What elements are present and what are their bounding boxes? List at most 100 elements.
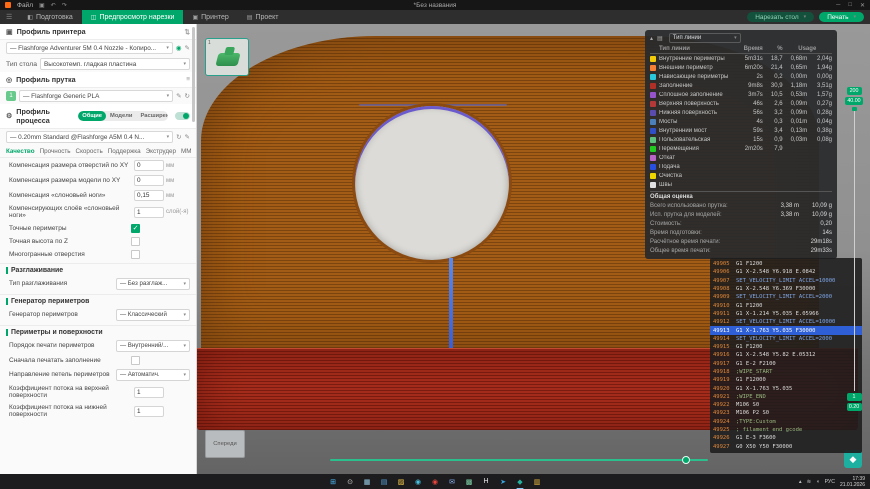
search-icon[interactable]: ⊙: [345, 476, 356, 487]
setting-select[interactable]: — Классический▾: [116, 309, 190, 321]
gcode-line[interactable]: 49918 ;WIPE_START: [710, 368, 862, 376]
legend-row[interactable]: Перемещения 2m20s 7,9: [650, 144, 832, 153]
legend-row[interactable]: Откат: [650, 153, 832, 162]
edge-browser-icon[interactable]: ◉: [413, 476, 424, 487]
setting-checkbox[interactable]: [131, 237, 140, 246]
move-slider-track[interactable]: [330, 459, 708, 461]
gcode-line[interactable]: 49910 G1 F1200: [710, 301, 862, 309]
gcode-line[interactable]: 49926 G1 E-3 F3600: [710, 434, 862, 442]
legend-row[interactable]: Нижняя поверхность 56s 3,2 0,09m 0,28g: [650, 108, 832, 117]
move-slider[interactable]: [330, 455, 708, 465]
legend-row[interactable]: Мосты 4s 0,3 0,01m 0,04g: [650, 117, 832, 126]
tab-printer[interactable]: ▣ Принтер: [183, 10, 237, 24]
redo-icon[interactable]: ↷: [62, 2, 67, 9]
setting-select[interactable]: — Без разглаж...▾: [116, 278, 190, 290]
gcode-line[interactable]: 49922 M106 S0: [710, 401, 862, 409]
legend-row[interactable]: Нависающие периметры 2s 0,2 0,00m 0,00g: [650, 72, 832, 81]
edit-printer-icon[interactable]: ✎: [185, 44, 190, 52]
process-mode-0[interactable]: Общие: [78, 111, 106, 121]
legend-row[interactable]: Пользовательская 15s 0,9 0,03m 0,08g: [650, 135, 832, 144]
process-profile-select[interactable]: — 0.20mm Standard @Flashforge A5M 0.4 N.…: [6, 131, 173, 143]
tray-chevron-icon[interactable]: ▴: [799, 479, 802, 485]
bed-type-select[interactable]: Высокотемп. гладкая пластина ▾: [40, 58, 190, 70]
setting-input[interactable]: [134, 406, 164, 417]
collapse-legend-icon[interactable]: ▴: [650, 35, 653, 42]
gcode-line[interactable]: 49916 G1 X-2.548 Y5.82 E.05312: [710, 351, 862, 359]
task-view-icon[interactable]: ▦: [362, 476, 373, 487]
category-tab-1[interactable]: Прочность: [40, 148, 71, 155]
language-indicator[interactable]: РУС: [825, 479, 835, 485]
gcode-line[interactable]: 49924 ;TYPE:Custom: [710, 418, 862, 426]
mail-app-icon[interactable]: ✉: [447, 476, 458, 487]
reset-process-icon[interactable]: ↻: [176, 133, 181, 141]
gcode-line[interactable]: 49917 G1 E-2 F2100: [710, 360, 862, 368]
legend-row[interactable]: Швы: [650, 180, 832, 189]
preview-3d-viewport[interactable]: 1 ▴ ▤ Тип линии ▾ Тип линии Время % Usag…: [197, 24, 870, 474]
gcode-line[interactable]: 49914 SET_VELOCITY_LIMIT ACCEL=2000: [710, 335, 862, 343]
gcode-line[interactable]: 49909 SET_VELOCITY_LIMIT ACCEL=2000: [710, 293, 862, 301]
view-cube[interactable]: Спереди: [205, 430, 245, 458]
close-button[interactable]: ✕: [860, 2, 865, 9]
edit-filament-icon[interactable]: ✎: [176, 92, 181, 100]
setting-select[interactable]: — Внутренний/...▾: [116, 340, 190, 352]
setting-select[interactable]: — Автоматич.▾: [116, 369, 190, 381]
save-process-icon[interactable]: ✎: [185, 133, 190, 141]
gcode-line[interactable]: 49921 ;WIPE_END: [710, 393, 862, 401]
gcode-line[interactable]: 49920 G1 X-1.763 Y5.035: [710, 384, 862, 392]
legend-row[interactable]: Внешний периметр 6m20s 21,4 0,65m 1,94g: [650, 63, 832, 72]
gcode-line[interactable]: 49923 M106 P2 S0: [710, 409, 862, 417]
notepad-app-icon[interactable]: ▥: [532, 476, 543, 487]
clock[interactable]: 17:39 21.01.2026: [840, 476, 865, 488]
setting-checkbox[interactable]: ✓: [131, 224, 140, 233]
gcode-line[interactable]: 49925 ; filament end gcode: [710, 426, 862, 434]
sidebar-scrollbar[interactable]: [192, 27, 195, 122]
gcode-line[interactable]: 49915 G1 F1200: [710, 343, 862, 351]
photos-app-icon[interactable]: ▩: [464, 476, 475, 487]
orca-slicer-icon[interactable]: ◆: [515, 476, 526, 487]
setting-input[interactable]: [134, 190, 164, 201]
legend-row[interactable]: Сплошное заполнение 3m7s 10,5 0,53m 1,57…: [650, 90, 832, 99]
category-tab-4[interactable]: Экструдер: [146, 148, 176, 155]
collapse-sidebar-icon[interactable]: ⇅: [185, 28, 190, 36]
legend-row[interactable]: Внутренний мост 59s 3,4 0,13m 0,38g: [650, 126, 832, 135]
filament-select[interactable]: — Flashforge Generic PLA ▾: [19, 90, 173, 102]
category-tab-3[interactable]: Поддержка: [108, 148, 141, 155]
gcode-line[interactable]: 49905 G1 F1200: [710, 260, 862, 268]
legend-row[interactable]: Очистка: [650, 171, 832, 180]
tab-preview[interactable]: ◫ Предпросмотр нарезки: [82, 10, 184, 24]
gcode-line[interactable]: 49913 G1 X-1.763 Y5.035 F30000: [710, 326, 862, 334]
legend-row[interactable]: Верхняя поверхность 46s 2,6 0,09m 0,27g: [650, 99, 832, 108]
print-button[interactable]: Печать▾: [819, 12, 864, 22]
layer-range-slider[interactable]: 200 40.00 1 0.20: [842, 86, 866, 412]
setting-input[interactable]: [134, 387, 164, 398]
gcode-line[interactable]: 49912 SET_VELOCITY_LIMIT ACCEL=10000: [710, 318, 862, 326]
view-type-select[interactable]: Тип линии ▾: [669, 33, 741, 43]
menu-icon[interactable]: ☰: [0, 10, 18, 24]
gcode-line[interactable]: 49908 G1 X-2.548 Y6.369 F30000: [710, 285, 862, 293]
setting-input[interactable]: [134, 175, 164, 186]
maximize-button[interactable]: □: [848, 2, 852, 9]
category-tab-2[interactable]: Скорость: [76, 148, 103, 155]
filament-slot-badge[interactable]: 1: [6, 91, 16, 101]
layer-slider-track[interactable]: [854, 107, 855, 391]
category-tab-0[interactable]: Качество: [6, 148, 35, 155]
legend-row[interactable]: Внутренние периметры 5m31s 18,7 0,68m 2,…: [650, 54, 832, 63]
app-h-icon[interactable]: H: [481, 476, 492, 487]
network-icon[interactable]: ≋: [807, 479, 812, 485]
file-explorer-icon[interactable]: ▨: [396, 476, 407, 487]
plate-thumbnail[interactable]: 1: [205, 38, 249, 76]
wifi-icon[interactable]: ◉: [176, 44, 182, 52]
printer-select[interactable]: — Flashforge Adventurer 5M 0.4 Nozzle - …: [6, 42, 173, 54]
setting-input[interactable]: [134, 160, 164, 171]
gcode-line[interactable]: 49911 G1 X-1.214 Y5.035 E.05966: [710, 310, 862, 318]
gcode-line[interactable]: 49906 G1 X-2.548 Y6.918 E.0842: [710, 268, 862, 276]
process-mode-1[interactable]: Модели: [106, 111, 136, 121]
start-icon[interactable]: ⊞: [328, 476, 339, 487]
chrome-browser-icon[interactable]: ◉: [430, 476, 441, 487]
widgets-icon[interactable]: ▤: [379, 476, 390, 487]
legend-row[interactable]: Заполнение 9m8s 30,9 1,18m 3,51g: [650, 81, 832, 90]
refresh-filament-icon[interactable]: ↻: [185, 92, 190, 100]
category-tab-5[interactable]: ММ: [181, 148, 192, 155]
legend-options-icon[interactable]: ▤: [657, 35, 663, 42]
volume-icon[interactable]: ◖: [816, 479, 819, 485]
